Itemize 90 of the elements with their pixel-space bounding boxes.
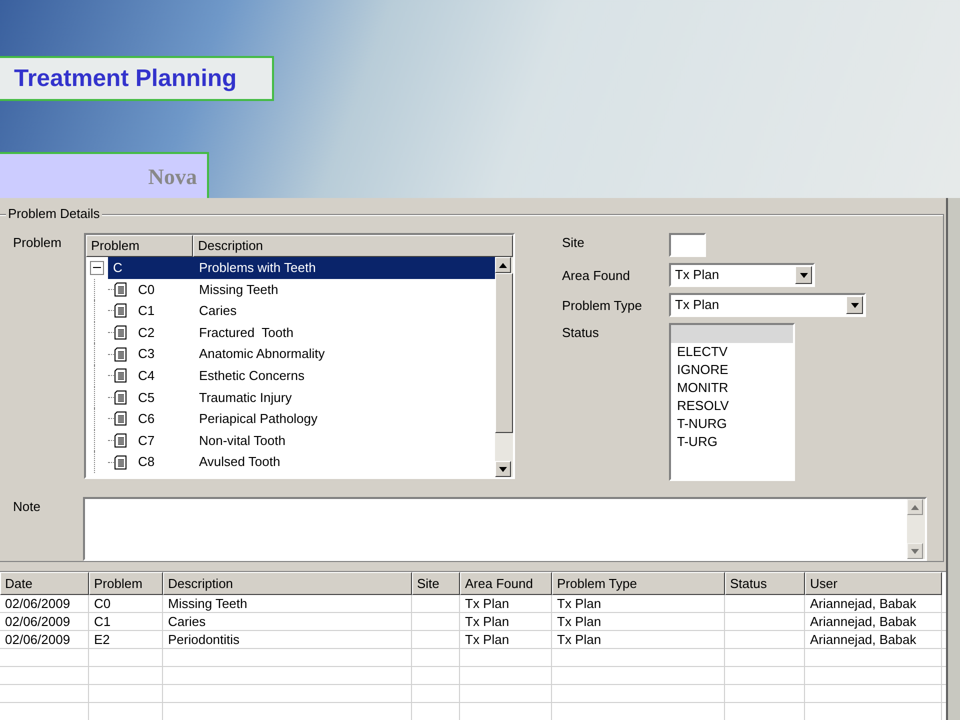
field-label: Area Found	[562, 267, 631, 285]
document-icon	[114, 368, 128, 384]
field-label: Problem	[13, 234, 62, 252]
tree-node[interactable]: C	[108, 257, 193, 279]
down-arrow-icon	[499, 466, 507, 472]
column-header[interactable]: User	[805, 572, 942, 595]
table-cell-text: E2	[94, 630, 110, 649]
table-cell-text: Periodontitis	[168, 630, 240, 649]
table-cell-text: Tx Plan	[465, 612, 510, 631]
tree-node[interactable]: C5	[136, 388, 157, 408]
problem-description[interactable]: Missing Teeth	[193, 278, 495, 300]
tree-node[interactable]: C8	[136, 452, 157, 472]
column-header[interactable]: Site	[412, 572, 460, 595]
table-cell-text: 02/06/2009	[5, 630, 70, 649]
problem-description[interactable]: Avulsed Tooth	[193, 451, 495, 473]
dropdown-value: Tx Plan	[674, 296, 720, 314]
dropdown-value: Tx Plan	[674, 266, 720, 284]
field-label: Note	[13, 498, 42, 516]
tree-node[interactable]: C3	[136, 344, 157, 364]
table-cell-text: Ariannejad, Babak	[810, 630, 916, 649]
table-cell-text: Tx Plan	[557, 630, 602, 649]
table-cell-text: Caries	[168, 612, 206, 631]
up-arrow-icon	[911, 504, 919, 510]
problem-description[interactable]: Esthetic Concerns	[193, 364, 495, 387]
table-cell-text: Tx Plan	[465, 594, 510, 613]
slide-subtitle: Nova	[0, 152, 209, 198]
table-cell-text: 02/06/2009	[5, 594, 70, 613]
tree-node[interactable]: C0	[136, 280, 157, 300]
status-option[interactable]: IGNORE	[671, 361, 793, 379]
table-cell-text: C0	[94, 594, 111, 613]
status-option[interactable]: RESOLV	[671, 397, 793, 415]
problem-description[interactable]: Anatomic Abnormality	[193, 343, 495, 365]
tree-node[interactable]: C4	[136, 366, 157, 386]
dropdown-field[interactable]: Tx Plan	[669, 293, 866, 317]
dropdown-button[interactable]	[795, 266, 812, 284]
tree-node[interactable]: C6	[136, 409, 157, 429]
document-icon	[114, 433, 128, 448]
problem-description[interactable]: Periapical Pathology	[193, 408, 495, 430]
down-arrow-icon	[800, 272, 808, 278]
down-arrow-icon	[850, 302, 858, 308]
problem-description[interactable]: Caries	[193, 300, 495, 322]
table-cell-text: Tx Plan	[465, 630, 510, 649]
column-header[interactable]: Area Found	[460, 572, 552, 595]
status-list[interactable]: ELECTV IGNORE MONITR RESOLV T-NURG T-URG	[669, 323, 795, 481]
document-icon	[114, 325, 128, 340]
table-cell-text: C1	[94, 612, 111, 631]
table-cell-text: Ariannejad, Babak	[810, 612, 916, 631]
field-label: Site	[562, 234, 586, 252]
site-field[interactable]	[669, 233, 706, 257]
document-icon	[114, 282, 128, 297]
column-header[interactable]: Problem	[86, 235, 193, 257]
dropdown-button[interactable]	[846, 296, 863, 314]
status-option[interactable]: T-NURG	[671, 415, 793, 433]
document-icon	[114, 303, 128, 318]
table-cell-text: Ariannejad, Babak	[810, 594, 916, 613]
field-label: Status	[562, 324, 600, 342]
field-label: Problem Type	[562, 297, 643, 315]
table-cell-text: Missing Teeth	[168, 594, 248, 613]
tree-node[interactable]: C2	[136, 322, 157, 342]
document-icon	[114, 346, 128, 362]
column-header[interactable]: Date	[0, 572, 89, 595]
table-cell-text: 02/06/2009	[5, 612, 70, 631]
tree-node[interactable]: C7	[136, 430, 157, 450]
document-icon	[114, 411, 128, 426]
dropdown-field[interactable]: Tx Plan	[669, 263, 815, 287]
scroll-thumb[interactable]	[495, 273, 513, 433]
column-header[interactable]: Description	[163, 572, 412, 595]
column-header[interactable]: Description	[193, 235, 513, 257]
scroll-down-button[interactable]	[495, 461, 511, 477]
tree-node[interactable]: C1	[136, 301, 157, 321]
collapse-toggle[interactable]	[90, 260, 104, 275]
table-cell-text: Tx Plan	[557, 612, 602, 631]
status-option[interactable]: MONITR	[671, 379, 793, 397]
scroll-up-button[interactable]	[495, 257, 511, 273]
status-option[interactable]: T-URG	[671, 433, 793, 451]
column-header[interactable]: Status	[725, 572, 805, 595]
scrollbar[interactable]	[495, 257, 513, 477]
column-header[interactable]: Problem	[89, 572, 163, 595]
document-icon	[114, 390, 128, 405]
slide-title: Treatment Planning	[0, 56, 274, 101]
problem-description[interactable]: Non-vital Tooth	[193, 430, 495, 452]
problem-description[interactable]: Problems with Teeth	[193, 257, 495, 279]
document-icon	[114, 454, 128, 470]
column-header[interactable]: Problem Type	[552, 572, 725, 595]
problem-description[interactable]: Fractured Tooth	[193, 322, 495, 344]
problem-description[interactable]: Traumatic Injury	[193, 386, 495, 408]
down-arrow-icon	[911, 548, 919, 554]
status-option[interactable]: ELECTV	[671, 343, 793, 361]
up-arrow-icon	[499, 262, 507, 268]
table-cell-text: Tx Plan	[557, 594, 602, 613]
